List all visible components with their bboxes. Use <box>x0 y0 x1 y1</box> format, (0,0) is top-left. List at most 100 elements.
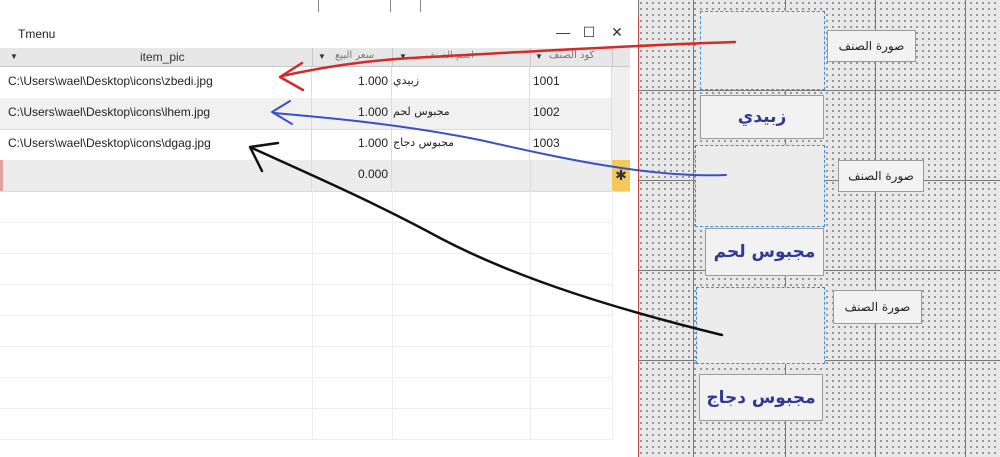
column-header-label: item_pic <box>140 50 185 64</box>
item-name-field[interactable]: مجبوس لحم <box>705 228 824 276</box>
empty-grid-row <box>0 191 613 223</box>
header-corner <box>612 48 630 66</box>
empty-cell <box>313 408 393 439</box>
picture-label[interactable]: صورة الصنف <box>827 30 916 62</box>
empty-cell <box>393 377 531 408</box>
empty-cell <box>393 346 531 377</box>
empty-cell <box>531 377 613 408</box>
empty-cell <box>0 346 313 377</box>
window-titlebar[interactable]: Tmenu — ☐ ✕ <box>0 18 638 48</box>
empty-cell <box>313 377 393 408</box>
empty-grid-row <box>0 284 613 316</box>
item-pic-cell[interactable]: C:\Users\wael\Desktop\icons\zbedi.jpg <box>0 67 312 98</box>
empty-cell <box>313 191 393 222</box>
dropdown-arrow-icon[interactable]: ▼ <box>318 52 326 61</box>
table-row[interactable]: C:\Users\wael\Desktop\icons\dgag.jpg 1.0… <box>0 129 612 161</box>
item-pic-cell[interactable]: C:\Users\wael\Desktop\icons\lhem.jpg <box>0 98 312 129</box>
name-cell[interactable]: مجبوس دجاج <box>393 129 530 160</box>
minimize-button[interactable]: — <box>552 22 574 42</box>
name-cell[interactable]: زبيدي <box>393 67 530 98</box>
item-picture-frame[interactable] <box>700 11 825 90</box>
item-name-field[interactable]: مجبوس دجاج <box>699 374 823 421</box>
price-cell[interactable]: 1.000 <box>313 67 392 98</box>
maximize-button[interactable]: ☐ <box>578 22 600 42</box>
code-cell[interactable]: 1001 <box>531 67 612 98</box>
price-cell[interactable]: 1.000 <box>313 129 392 160</box>
empty-cell <box>393 284 531 315</box>
empty-cell <box>393 191 531 222</box>
window-title: Tmenu <box>18 27 56 41</box>
grid-line <box>693 0 694 457</box>
empty-cell <box>393 253 531 284</box>
picture-label[interactable]: صورة الصنف <box>833 290 922 324</box>
empty-grid-row <box>0 222 613 254</box>
column-header-code[interactable]: ▼ كود الصنف <box>531 48 613 66</box>
table-row[interactable]: C:\Users\wael\Desktop\icons\lhem.jpg 1.0… <box>0 98 612 130</box>
code-cell[interactable]: 1003 <box>531 129 612 160</box>
close-button[interactable]: ✕ <box>606 22 628 42</box>
item-name-field[interactable]: زبيدي <box>700 95 824 139</box>
record-selector[interactable] <box>612 98 630 130</box>
code-cell[interactable]: 1002 <box>531 98 612 129</box>
column-header-name[interactable]: ▼ اسم الصنف <box>393 48 531 66</box>
empty-cell <box>531 284 613 315</box>
datasheet-window: Tmenu — ☐ ✕ ▼ item_pic ▼ سعر البيع ▼ اسم… <box>0 18 639 457</box>
code-cell[interactable] <box>531 160 613 191</box>
column-header-label: سعر البيع <box>335 50 375 61</box>
record-selector[interactable] <box>612 67 630 99</box>
empty-cell <box>531 253 613 284</box>
empty-cell <box>0 222 313 253</box>
empty-cell <box>531 346 613 377</box>
empty-cell <box>531 191 613 222</box>
empty-cell <box>0 315 313 346</box>
dropdown-arrow-icon[interactable]: ▼ <box>10 52 18 61</box>
empty-cell <box>313 315 393 346</box>
empty-cell <box>313 253 393 284</box>
empty-cell <box>0 253 313 284</box>
name-cell[interactable]: مجبوس لحم <box>393 98 530 129</box>
column-header-price[interactable]: ▼ سعر البيع <box>313 48 393 66</box>
column-header-label: اسم الصنف <box>425 50 474 61</box>
empty-cell <box>531 408 613 439</box>
empty-cell <box>0 191 313 222</box>
empty-grid-row <box>0 253 613 285</box>
column-header-label: كود الصنف <box>549 50 595 61</box>
new-record-selector-icon[interactable]: ✱ <box>612 160 630 192</box>
ruler-tick <box>318 0 319 12</box>
empty-cell <box>0 284 313 315</box>
empty-grid-row <box>0 408 613 440</box>
empty-cell <box>313 346 393 377</box>
ruler-tick <box>390 0 391 12</box>
column-header-row: ▼ item_pic ▼ سعر البيع ▼ اسم الصنف ▼ كود… <box>0 48 630 67</box>
empty-cell <box>0 408 313 439</box>
dropdown-arrow-icon[interactable]: ▼ <box>399 52 407 61</box>
price-cell[interactable]: 0.000 <box>313 160 392 191</box>
price-cell[interactable]: 1.000 <box>313 98 392 129</box>
table-row[interactable]: C:\Users\wael\Desktop\icons\zbedi.jpg 1.… <box>0 67 612 99</box>
column-header-item-pic[interactable]: ▼ item_pic <box>0 48 313 66</box>
ruler-tick <box>420 0 421 12</box>
dropdown-arrow-icon[interactable]: ▼ <box>535 52 543 61</box>
grid-line <box>965 0 966 457</box>
empty-cell <box>313 284 393 315</box>
empty-cell <box>393 222 531 253</box>
empty-cell <box>531 222 613 253</box>
grid-line <box>638 90 1000 91</box>
grid-line <box>875 0 876 457</box>
empty-cell <box>0 377 313 408</box>
item-pic-cell[interactable] <box>0 160 312 191</box>
picture-label[interactable]: صورة الصنف <box>838 160 924 192</box>
background-strip <box>0 0 638 18</box>
empty-grid-row <box>0 377 613 409</box>
empty-grid-row <box>0 346 613 378</box>
item-pic-cell[interactable]: C:\Users\wael\Desktop\icons\dgag.jpg <box>0 129 312 160</box>
item-picture-frame[interactable] <box>695 145 825 227</box>
new-record-row[interactable]: 0.000 <box>0 160 613 192</box>
name-cell[interactable] <box>393 160 531 191</box>
form-design-surface[interactable]: صورة الصنف زبيدي صورة الصنف مجبوس لحم صو… <box>638 0 1000 457</box>
record-selector[interactable] <box>612 129 630 161</box>
item-picture-frame[interactable] <box>696 287 825 364</box>
empty-cell <box>531 315 613 346</box>
empty-grid-row <box>0 315 613 347</box>
empty-cell <box>393 408 531 439</box>
